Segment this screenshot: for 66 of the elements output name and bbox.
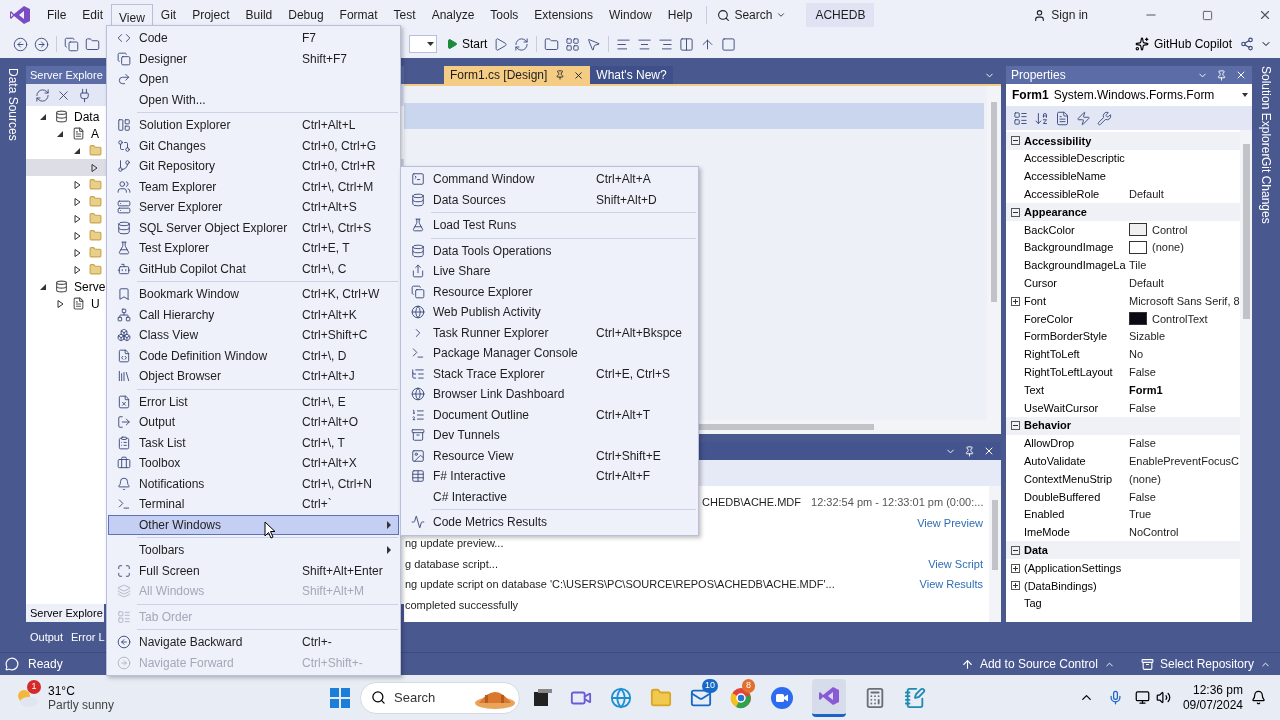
property-name: UseWaitCursor xyxy=(1024,401,1099,414)
notification-badge: 8 xyxy=(742,678,755,693)
weather-temperature: 31°C xyxy=(48,683,76,698)
property-name: AccessibleDescriptic xyxy=(1024,152,1125,165)
property-name: AllowDrop xyxy=(1024,437,1075,450)
clock-date: 09/07/2024 xyxy=(1182,697,1243,713)
category-label: Behavior xyxy=(1024,418,1072,434)
property-name: Font xyxy=(1024,294,1046,307)
property-name: AccessibleName xyxy=(1024,170,1106,183)
notification-badge: 10 xyxy=(702,678,718,693)
output-line: completed successfully xyxy=(405,598,519,613)
output-time: 12:32:54 pm - 12:33:01 pm (0:00:... xyxy=(811,495,984,511)
property-value: Default xyxy=(1129,276,1164,291)
property-value: Control xyxy=(1152,222,1188,238)
property-name: BackgroundImage xyxy=(1024,241,1114,254)
property-value: Default xyxy=(1129,187,1164,203)
status-text: Ready xyxy=(28,656,63,673)
property-value: False xyxy=(1129,400,1156,416)
tree-label: U xyxy=(91,295,100,313)
panel-title: Server Explore xyxy=(30,67,103,83)
notification-badge: 1 xyxy=(27,679,41,694)
property-value: ControlText xyxy=(1152,311,1208,327)
output-line: g database script... xyxy=(405,556,498,572)
clock-time: 12:36 pm xyxy=(1192,682,1243,698)
tree-label: Data xyxy=(74,108,100,126)
property-name: Tag xyxy=(1024,597,1042,610)
property-value: Form1 xyxy=(1129,382,1163,398)
property-name: RightToLeft xyxy=(1024,348,1080,361)
category-label: Accessibility xyxy=(1024,133,1092,149)
property-value: (none) xyxy=(1129,471,1161,487)
property-name: AutoValidate xyxy=(1024,455,1086,467)
property-name: ForeColor xyxy=(1024,312,1073,325)
output-line: ng update script on database 'C:\USERS\PC\SOURCE\REPOS\ACHEDB\ACHE.MDF'... xyxy=(405,577,835,593)
property-value: False xyxy=(1129,436,1156,452)
output-line: CHEDB\ACHE.MDF xyxy=(702,495,801,511)
property-name: Cursor xyxy=(1024,277,1057,289)
property-value: NoControl xyxy=(1129,525,1179,541)
property-value: Tile xyxy=(1129,258,1147,274)
property-name: ImeMode xyxy=(1024,526,1070,539)
property-value: True xyxy=(1129,507,1152,523)
property-name: BackgroundImageLa xyxy=(1024,259,1126,272)
category-label: Appearance xyxy=(1024,204,1087,220)
property-value: (none) xyxy=(1152,240,1184,256)
property-value: False xyxy=(1129,365,1156,380)
property-name: FormBorderStyle xyxy=(1024,330,1108,343)
property-name: DoubleBuffered xyxy=(1024,490,1101,503)
output-line: ng update preview... xyxy=(405,536,504,552)
property-name: BackColor xyxy=(1024,223,1075,236)
property-name: Enabled xyxy=(1024,508,1065,521)
tree-label: A xyxy=(91,125,99,143)
property-name: ContextMenuStrip xyxy=(1024,472,1113,485)
panel-title: Properties xyxy=(1011,67,1067,84)
property-name: (ApplicationSettings xyxy=(1024,561,1122,574)
property-value: False xyxy=(1129,489,1156,505)
weather-condition: Partly sunny xyxy=(48,697,115,712)
property-value: EnablePreventFocusC xyxy=(1129,454,1240,469)
category-label: Data xyxy=(1024,542,1048,558)
property-name: Text xyxy=(1024,383,1045,396)
property-name: (DataBindings) xyxy=(1024,579,1097,592)
tree-label: Serve xyxy=(74,278,106,296)
solution-name: ACHEDB xyxy=(806,3,875,27)
property-value: Sizable xyxy=(1129,329,1166,345)
property-value: No xyxy=(1129,347,1144,363)
property-value: Microsoft Sans Serif, 8 xyxy=(1129,293,1240,309)
property-name: AccessibleRole xyxy=(1024,188,1100,201)
property-name: RightToLeftLayout xyxy=(1024,366,1113,378)
